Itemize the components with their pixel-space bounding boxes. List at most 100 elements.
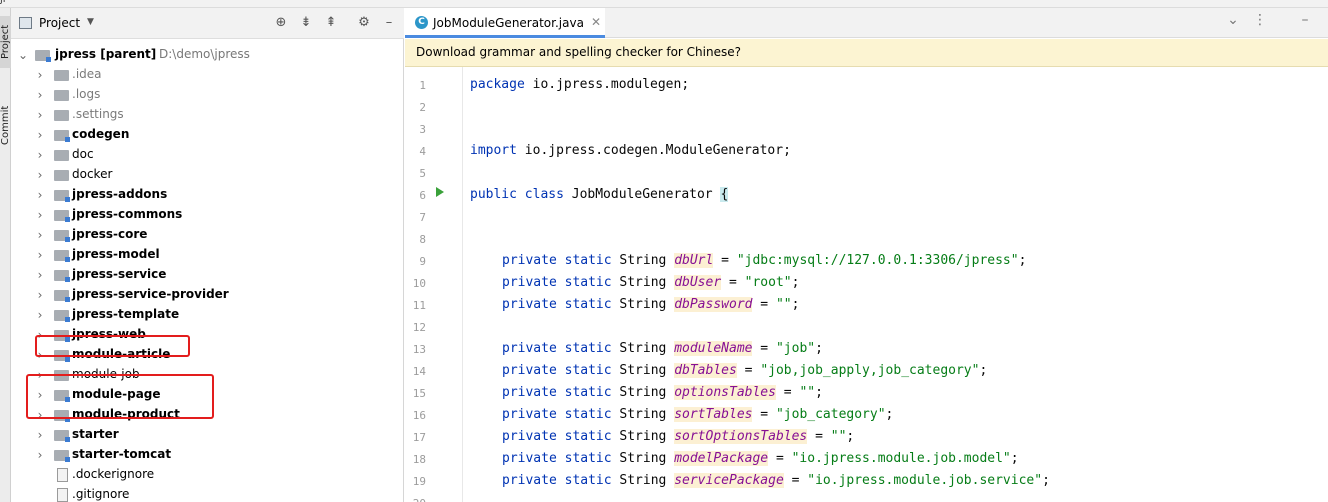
folder-icon xyxy=(35,50,51,62)
field-name: moduleName xyxy=(674,341,753,356)
chevron-right-icon[interactable]: › xyxy=(34,428,46,442)
chevron-right-icon[interactable]: › xyxy=(34,68,46,82)
tree-row[interactable]: › jpress-service-provider xyxy=(11,285,404,305)
chevron-right-icon[interactable]: › xyxy=(34,148,46,162)
chevron-right-icon[interactable]: › xyxy=(34,128,46,142)
project-panel-title[interactable]: Project xyxy=(39,16,80,30)
line-number: 9 xyxy=(419,255,426,268)
line-number: 6 xyxy=(419,189,426,202)
class-name: JobModuleGenerator xyxy=(563,187,721,202)
chevron-right-icon[interactable]: › xyxy=(34,248,46,262)
chevron-right-icon[interactable]: › xyxy=(34,188,46,202)
file-icon xyxy=(57,488,68,502)
chevron-down-icon[interactable]: ▼ xyxy=(87,17,94,27)
tree-row[interactable]: › jpress-addons xyxy=(11,185,404,205)
semicolon: ; xyxy=(791,275,800,290)
line-number: 4 xyxy=(419,145,426,158)
tree-row[interactable]: .dockerignore xyxy=(11,465,404,485)
chevron-right-icon[interactable]: › xyxy=(34,308,46,322)
chevron-right-icon[interactable]: › xyxy=(34,168,46,182)
tree-root-row[interactable]: ⌄ jpress [parent] D:\demo\jpress xyxy=(11,45,404,65)
tree-row[interactable]: › jpress-service xyxy=(11,265,404,285)
chevron-right-icon[interactable]: › xyxy=(34,268,46,282)
string-literal: "io.jpress.module.job.model" xyxy=(791,451,1011,466)
tree-row[interactable]: › doc xyxy=(11,145,404,165)
kw-private-static: private static xyxy=(502,385,612,400)
type-string: String xyxy=(611,429,675,444)
tree-row[interactable]: › starter xyxy=(11,425,404,445)
code-line-10: private static String dbUser = "root"; xyxy=(502,275,799,290)
string-literal: "" xyxy=(775,297,792,312)
semicolon: ; xyxy=(1018,253,1027,268)
folder-icon xyxy=(54,150,69,161)
tree-row[interactable]: › jpress-commons xyxy=(11,205,404,225)
left-tool-strip: Project Commit xyxy=(0,8,11,502)
assign-op: = xyxy=(721,275,745,290)
code-line-17: private static String sortOptionsTables … xyxy=(502,429,854,444)
string-literal: "root" xyxy=(744,275,792,290)
tree-row[interactable]: › .logs xyxy=(11,85,404,105)
tree-item-label: jpress-template xyxy=(72,307,180,321)
highlight-box-module-article xyxy=(35,335,190,357)
line-number: 15 xyxy=(412,387,426,400)
gutter-divider xyxy=(462,67,463,502)
open-brace: { xyxy=(720,187,729,202)
run-icon[interactable] xyxy=(436,187,444,197)
kw-package: package xyxy=(470,77,525,92)
editor-tab-bar: C JobModuleGenerator.java ✕ ⌄ ⋮ – xyxy=(405,8,1328,38)
tab-jobmodulegenerator[interactable]: C JobModuleGenerator.java ✕ xyxy=(405,8,605,38)
assign-op: = xyxy=(783,473,808,488)
tab-list-icon[interactable]: ⌄ xyxy=(1223,12,1243,32)
tree-row[interactable]: .gitignore xyxy=(11,485,404,502)
assign-op: = xyxy=(752,297,776,312)
folder-icon xyxy=(54,270,70,282)
collapse-all-icon[interactable]: ⇞ xyxy=(322,14,340,32)
line-number: 3 xyxy=(419,123,426,136)
chevron-right-icon[interactable]: › xyxy=(34,208,46,222)
commit-tool-tab[interactable]: Commit xyxy=(0,94,11,156)
line-number: 7 xyxy=(419,211,426,224)
tree-row[interactable]: › .idea xyxy=(11,65,404,85)
chevron-right-icon[interactable]: › xyxy=(34,88,46,102)
tree-row[interactable]: › codegen xyxy=(11,125,404,145)
field-name: servicePackage xyxy=(674,473,784,488)
tree-item-label: jpress-model xyxy=(72,247,160,261)
semicolon: ; xyxy=(815,385,823,400)
tree-row[interactable]: › jpress-model xyxy=(11,245,404,265)
hide-icon[interactable]: – xyxy=(380,14,398,32)
locate-file-icon[interactable]: ⊕ xyxy=(272,14,290,32)
tree-row[interactable]: › starter-tomcat xyxy=(11,445,404,465)
project-tool-tab[interactable]: Project xyxy=(0,16,11,68)
gear-icon[interactable]: ⚙ xyxy=(355,14,373,32)
chevron-right-icon[interactable]: › xyxy=(34,228,46,242)
tree-row[interactable]: › jpress-template xyxy=(11,305,404,325)
folder-icon xyxy=(54,290,70,302)
tree-row[interactable]: › docker xyxy=(11,165,404,185)
tree-root-path: D:\demo\jpress xyxy=(159,47,250,61)
chevron-down-icon[interactable]: ⌄ xyxy=(17,48,29,62)
line-number: 19 xyxy=(412,475,426,488)
chevron-right-icon[interactable]: › xyxy=(34,108,46,122)
kw-private-static: private static xyxy=(502,341,612,356)
chevron-right-icon[interactable]: › xyxy=(34,288,46,302)
tab-menu-icon[interactable]: ⋮ xyxy=(1250,12,1270,32)
import-name: io.jpress.codegen.ModuleGenerator; xyxy=(516,143,791,158)
chevron-right-icon[interactable]: › xyxy=(34,448,46,462)
minimize-icon[interactable]: – xyxy=(1295,12,1315,32)
close-icon[interactable]: ✕ xyxy=(591,15,601,29)
string-literal: "job_category" xyxy=(775,407,886,422)
code-line-14: private static String dbTables = "job,jo… xyxy=(502,363,987,378)
kw-private-static: private static xyxy=(502,429,612,444)
type-string: String xyxy=(611,473,675,488)
type-string: String xyxy=(611,451,675,466)
field-name: dbTables xyxy=(674,363,737,378)
string-literal: "" xyxy=(830,429,847,444)
line-number-gutter: 1234567891011121314151617181920 xyxy=(405,67,462,502)
expand-all-icon[interactable]: ⇟ xyxy=(297,14,315,32)
tree-item-label: jpress-service-provider xyxy=(72,287,229,301)
string-literal: "" xyxy=(799,385,816,400)
line-number: 18 xyxy=(412,453,426,466)
tree-row[interactable]: › jpress-core xyxy=(11,225,404,245)
assign-op: = xyxy=(752,341,776,356)
tree-row[interactable]: › .settings xyxy=(11,105,404,125)
